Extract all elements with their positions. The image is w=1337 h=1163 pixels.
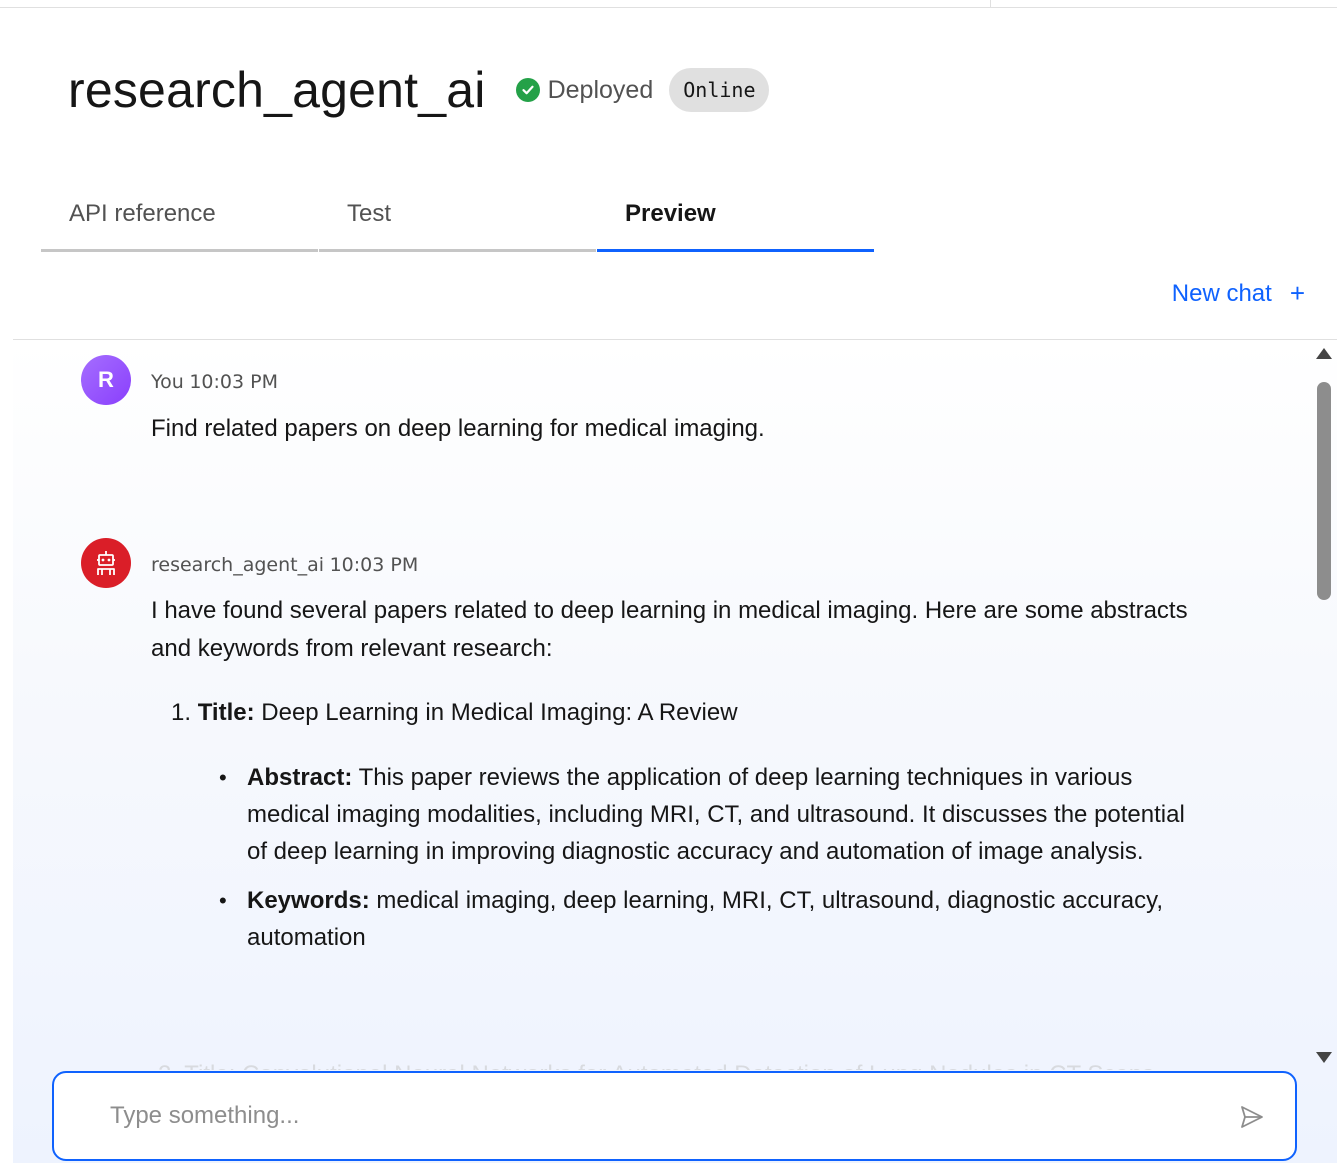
new-chat-label: New chat xyxy=(1171,279,1272,307)
keywords-text-wrap: Keywords: medical imaging, deep learning… xyxy=(247,882,1191,956)
scroll-up-arrow-icon[interactable] xyxy=(1316,348,1332,359)
paper-details: • Abstract: This paper reviews the appli… xyxy=(151,759,1191,956)
new-chat-button[interactable]: New chat + xyxy=(1172,278,1305,309)
message-meta: research_agent_ai 10:03 PM xyxy=(151,554,418,577)
message-author: You xyxy=(151,371,184,393)
tab-api-reference[interactable]: API reference xyxy=(41,186,318,252)
avatar xyxy=(81,538,131,588)
chat-input-container xyxy=(52,1071,1297,1161)
message-time: 10:03 PM xyxy=(189,371,278,393)
tab-preview[interactable]: Preview xyxy=(597,186,874,252)
page-title: research_agent_ai xyxy=(68,62,486,118)
plus-icon: + xyxy=(1289,278,1305,308)
abstract-row: • Abstract: This paper reviews the appli… xyxy=(219,759,1191,870)
page-header: research_agent_ai Deployed Online xyxy=(68,58,770,122)
scroll-down-arrow-icon[interactable] xyxy=(1316,1052,1332,1063)
send-icon[interactable] xyxy=(1239,1104,1265,1130)
list-item: 1. Title: Deep Learning in Medical Imagi… xyxy=(151,694,1221,731)
chat-transcript[interactable]: R You 10:03 PM Find related papers on de… xyxy=(13,339,1337,1163)
scroll-thumb[interactable] xyxy=(1317,382,1331,600)
status-badge: Online xyxy=(669,68,770,112)
abstract-text-wrap: Abstract: This paper reviews the applica… xyxy=(247,759,1191,870)
avatar-letter: R xyxy=(98,367,114,392)
top-divider-tick xyxy=(990,0,991,8)
title-label: Title: xyxy=(197,699,255,726)
bullet-icon: • xyxy=(219,888,227,913)
faded-next-item: 2. Title: Convolutional Neural Networks … xyxy=(158,1058,1158,1070)
message-meta: You 10:03 PM xyxy=(151,371,278,394)
user-message: R You 10:03 PM Find related papers on de… xyxy=(81,355,1281,475)
robot-icon xyxy=(97,551,115,575)
keywords-label: Keywords: xyxy=(247,887,370,914)
avatar: R xyxy=(81,355,131,405)
message-intro: I have found several papers related to d… xyxy=(151,597,1188,662)
message-text: Find related papers on deep learning for… xyxy=(151,415,765,442)
bot-message: research_agent_ai 10:03 PM I have found … xyxy=(81,538,1281,1058)
tab-test[interactable]: Test xyxy=(319,186,596,252)
bullet-icon: • xyxy=(219,765,227,790)
check-circle-icon xyxy=(515,78,540,102)
scrollbar[interactable] xyxy=(1311,340,1337,1070)
top-divider xyxy=(0,7,1337,8)
message-time: 10:03 PM xyxy=(329,554,419,576)
paper-title: Deep Learning in Medical Imaging: A Revi… xyxy=(261,699,738,726)
keywords-row: • Keywords: medical imaging, deep learni… xyxy=(219,882,1191,956)
message-text: I have found several papers related to d… xyxy=(151,592,1221,956)
keywords-text: medical imaging, deep learning, MRI, CT,… xyxy=(247,887,1163,951)
message-author: research_agent_ai xyxy=(151,554,325,576)
deployment-status: Deployed xyxy=(515,75,654,105)
list-item-number: 1. xyxy=(171,699,192,726)
chat-input[interactable] xyxy=(110,1102,1210,1130)
abstract-text: This paper reviews the application of de… xyxy=(247,764,1185,865)
abstract-label: Abstract: xyxy=(247,764,353,791)
deployment-status-label: Deployed xyxy=(547,75,654,104)
tab-bar: API reference Test Preview xyxy=(41,186,875,252)
